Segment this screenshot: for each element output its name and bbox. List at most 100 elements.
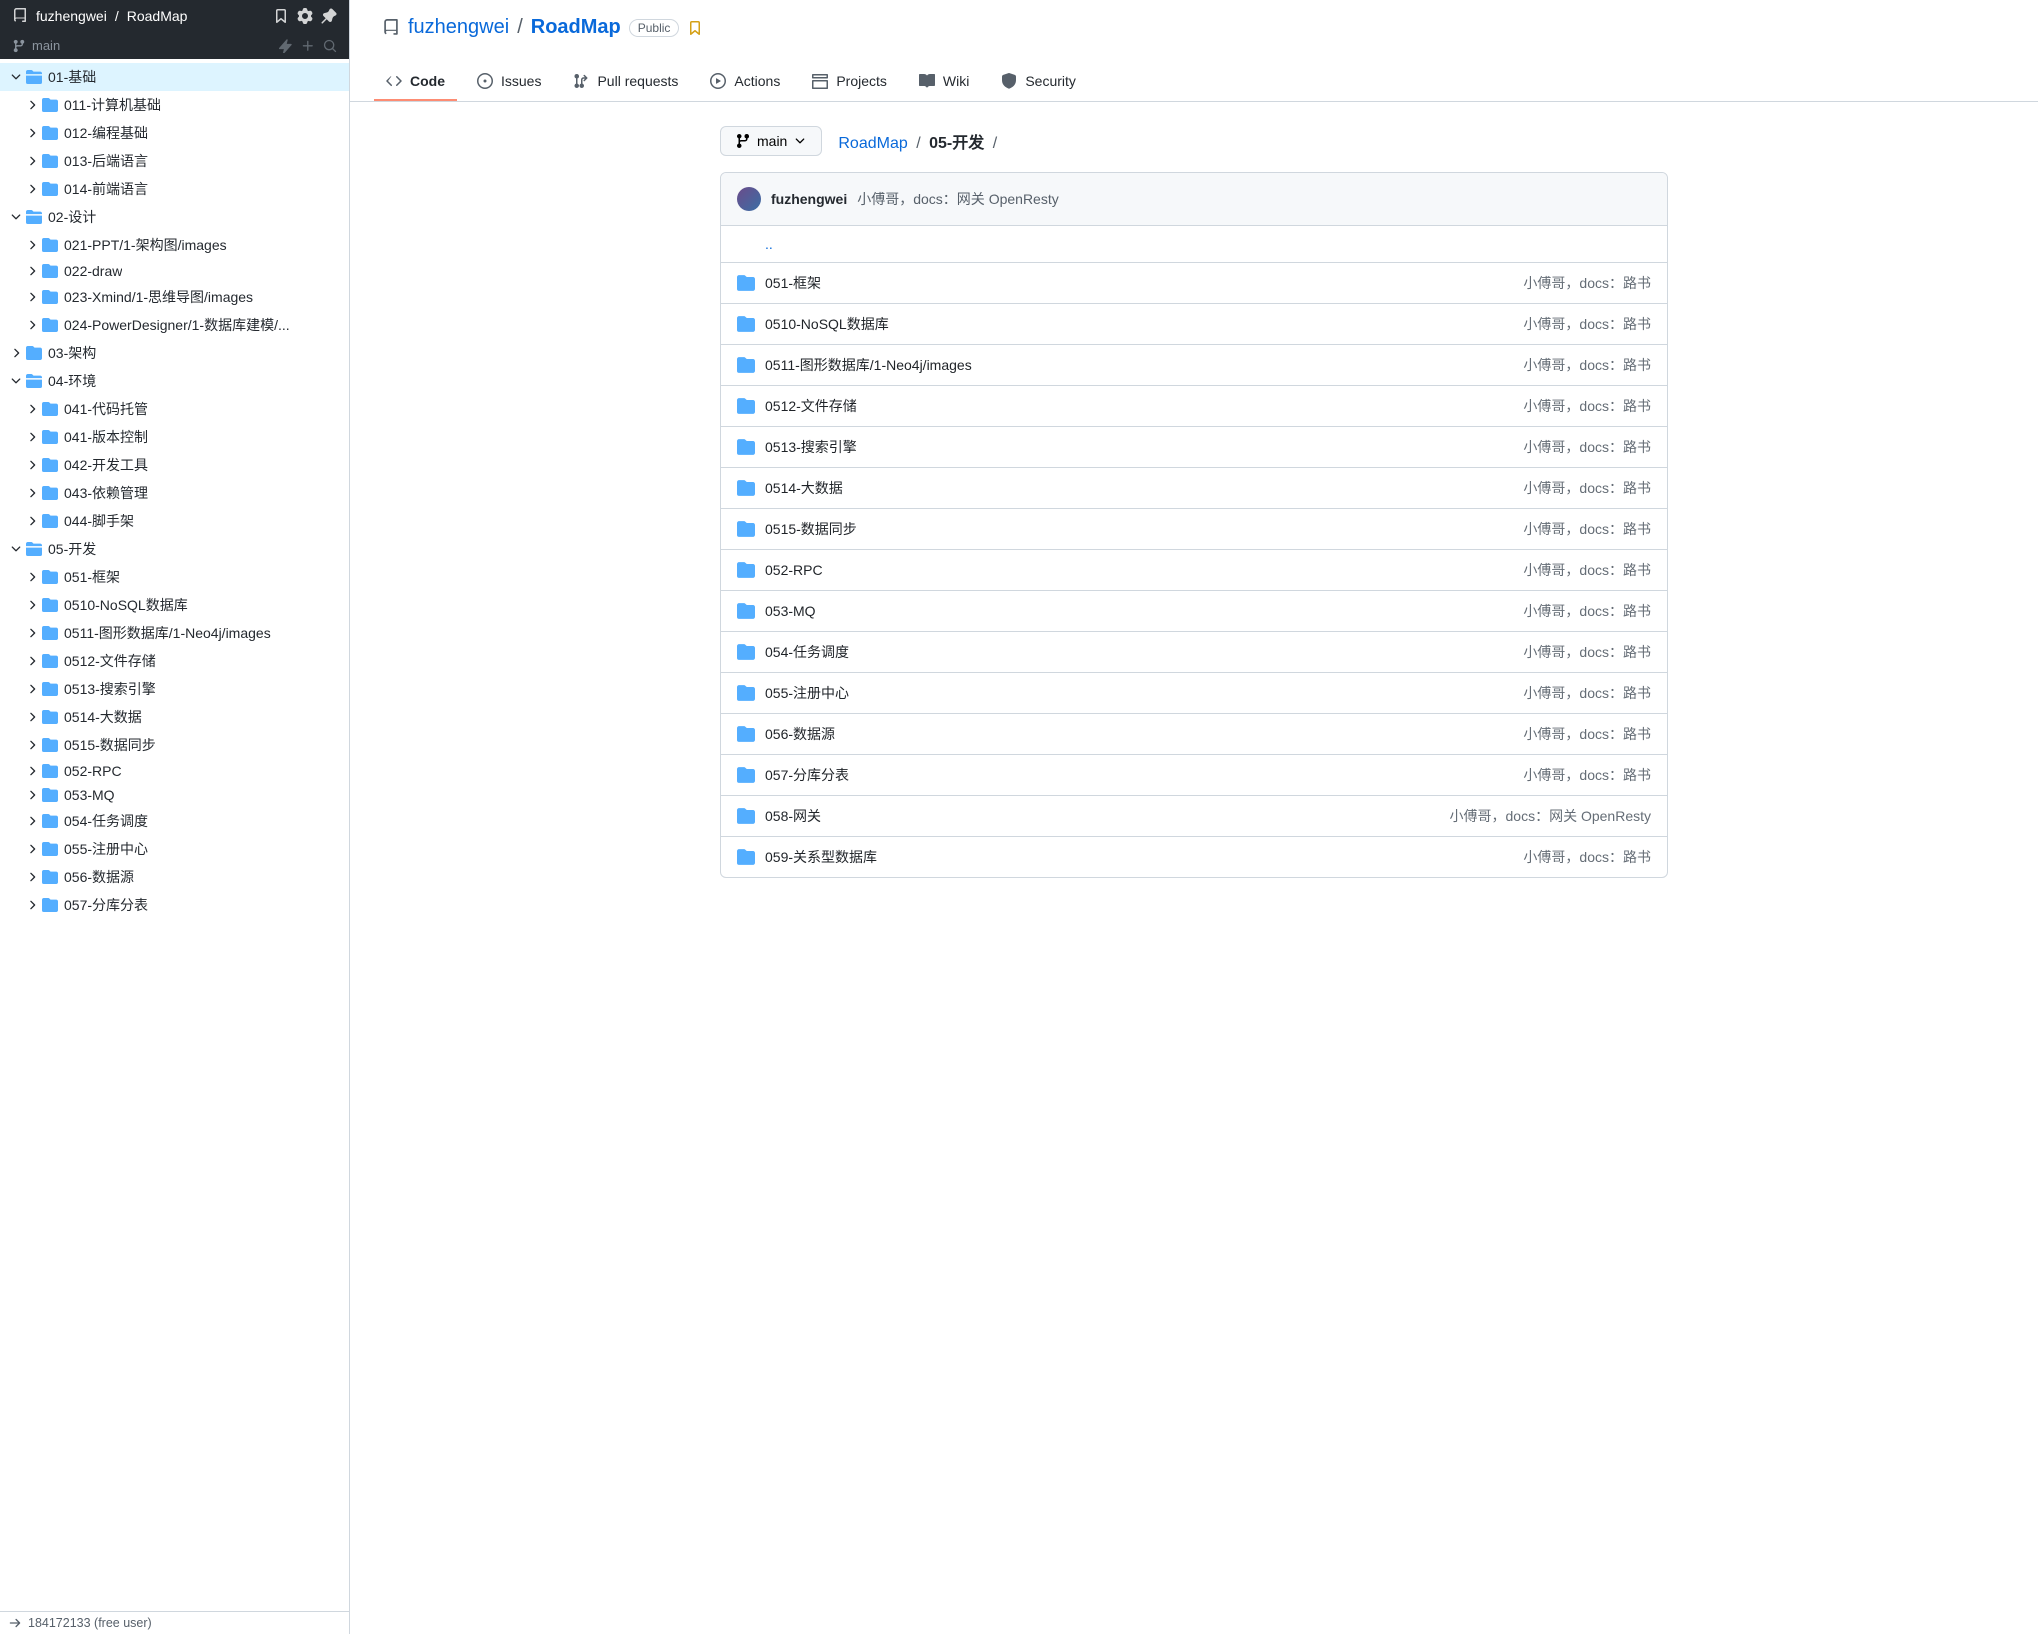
tree-item[interactable]: 03-架构 <box>0 339 349 367</box>
file-row[interactable]: 055-注册中心小傅哥，docs：路书 <box>721 673 1667 714</box>
breadcrumb-root[interactable]: RoadMap <box>838 135 907 152</box>
file-name[interactable]: 058-网关 <box>765 806 821 826</box>
chevron-icon[interactable] <box>24 181 40 197</box>
file-row[interactable]: 056-数据源小傅哥，docs：路书 <box>721 714 1667 755</box>
tree-item[interactable]: 02-设计 <box>0 203 349 231</box>
file-commit-msg[interactable]: 小傅哥，docs：路书 <box>1507 478 1651 498</box>
avatar[interactable] <box>737 187 761 211</box>
chevron-icon[interactable] <box>24 125 40 141</box>
file-commit-msg[interactable]: 小傅哥，docs：路书 <box>1507 355 1651 375</box>
latest-commit-header[interactable]: fuzhengwei 小傅哥，docs：网关 OpenResty <box>721 173 1667 226</box>
tree-item[interactable]: 013-后端语言 <box>0 147 349 175</box>
commit-author[interactable]: fuzhengwei <box>771 191 847 207</box>
bookmark-icon[interactable] <box>273 8 289 24</box>
file-commit-msg[interactable]: 小傅哥，docs：网关 OpenResty <box>1434 806 1652 826</box>
tree-item[interactable]: 024-PowerDesigner/1-数据库建模/... <box>0 311 349 339</box>
tree-item[interactable]: 05-开发 <box>0 535 349 563</box>
tree-item[interactable]: 0511-图形数据库/1-Neo4j/images <box>0 619 349 647</box>
file-name[interactable]: 059-关系型数据库 <box>765 847 877 867</box>
tree-item[interactable]: 023-Xmind/1-思维导图/images <box>0 283 349 311</box>
branch-selector-button[interactable]: main <box>720 126 822 156</box>
chevron-icon[interactable] <box>24 429 40 445</box>
parent-directory-row[interactable]: .. <box>721 226 1667 263</box>
repo-link[interactable]: RoadMap <box>531 16 621 39</box>
chevron-icon[interactable] <box>24 653 40 669</box>
tab-pull-requests[interactable]: Pull requests <box>561 63 690 101</box>
chevron-icon[interactable] <box>24 97 40 113</box>
gear-icon[interactable] <box>297 8 313 24</box>
search-icon[interactable] <box>323 39 337 53</box>
tree-item[interactable]: 0514-大数据 <box>0 703 349 731</box>
file-commit-msg[interactable]: 小傅哥，docs：路书 <box>1507 601 1651 621</box>
file-row[interactable]: 054-任务调度 小傅哥，docs：路书 <box>721 632 1667 673</box>
chevron-icon[interactable] <box>24 457 40 473</box>
chevron-icon[interactable] <box>24 737 40 753</box>
tree-item[interactable]: 053-MQ <box>0 783 349 807</box>
tree-item[interactable]: 022-draw <box>0 259 349 283</box>
tree-item[interactable]: 051-框架 <box>0 563 349 591</box>
file-commit-msg[interactable]: 小傅哥，docs：路书 <box>1507 642 1651 662</box>
sidebar-branch[interactable]: main <box>32 38 60 53</box>
bookmark-icon[interactable] <box>687 20 703 36</box>
chevron-icon[interactable] <box>24 317 40 333</box>
file-name[interactable]: 051-框架 <box>765 273 821 293</box>
chevron-icon[interactable] <box>8 209 24 225</box>
chevron-icon[interactable] <box>24 401 40 417</box>
chevron-icon[interactable] <box>24 709 40 725</box>
chevron-icon[interactable] <box>24 597 40 613</box>
tree-item[interactable]: 041-代码托管 <box>0 395 349 423</box>
file-commit-msg[interactable]: 小傅哥，docs：路书 <box>1507 724 1651 744</box>
parent-dir-link[interactable]: .. <box>765 236 773 252</box>
tree-item[interactable]: 042-开发工具 <box>0 451 349 479</box>
file-commit-msg[interactable]: 小傅哥，docs：路书 <box>1507 765 1651 785</box>
chevron-icon[interactable] <box>24 813 40 829</box>
file-row[interactable]: 0512-文件存储小傅哥，docs：路书 <box>721 386 1667 427</box>
tab-security[interactable]: Security <box>989 63 1088 101</box>
tree-item[interactable]: 043-依赖管理 <box>0 479 349 507</box>
tab-wiki[interactable]: Wiki <box>907 63 981 101</box>
file-commit-msg[interactable]: 小傅哥，docs：路书 <box>1507 847 1651 867</box>
tree-item[interactable]: 044-脚手架 <box>0 507 349 535</box>
file-name[interactable]: 055-注册中心 <box>765 683 849 703</box>
plus-icon[interactable] <box>301 39 315 53</box>
file-name[interactable]: 057-分库分表 <box>765 765 849 785</box>
chevron-icon[interactable] <box>24 513 40 529</box>
tab-projects[interactable]: Projects <box>800 63 899 101</box>
file-row[interactable]: 0514-大数据小傅哥，docs：路书 <box>721 468 1667 509</box>
tree-item[interactable]: 055-注册中心 <box>0 835 349 863</box>
tree-item[interactable]: 054-任务调度 <box>0 807 349 835</box>
sidebar-owner[interactable]: fuzhengwei <box>36 8 107 24</box>
chevron-icon[interactable] <box>24 485 40 501</box>
commit-message[interactable]: 小傅哥，docs：网关 OpenResty <box>857 189 1059 209</box>
chevron-icon[interactable] <box>24 841 40 857</box>
chevron-icon[interactable] <box>8 69 24 85</box>
file-name[interactable]: 0512-文件存储 <box>765 396 857 416</box>
chevron-icon[interactable] <box>8 373 24 389</box>
file-tree[interactable]: 01-基础011-计算机基础012-编程基础013-后端语言014-前端语言02… <box>0 59 349 1611</box>
tree-item[interactable]: 04-环境 <box>0 367 349 395</box>
file-name[interactable]: 052-RPC <box>765 562 823 578</box>
file-row[interactable]: 0515-数据同步小傅哥，docs：路书 <box>721 509 1667 550</box>
chevron-icon[interactable] <box>8 345 24 361</box>
tree-item[interactable]: 052-RPC <box>0 759 349 783</box>
pin-icon[interactable] <box>321 8 337 24</box>
chevron-icon[interactable] <box>24 263 40 279</box>
file-commit-msg[interactable]: 小傅哥，docs：路书 <box>1507 437 1651 457</box>
tree-item[interactable]: 0512-文件存储 <box>0 647 349 675</box>
file-name[interactable]: 0513-搜索引擎 <box>765 437 857 457</box>
tree-item[interactable]: 0513-搜索引擎 <box>0 675 349 703</box>
file-row[interactable]: 0511-图形数据库/1-Neo4j/images小傅哥，docs：路书 <box>721 345 1667 386</box>
file-name[interactable]: 054-任务调度 <box>765 642 849 662</box>
file-name[interactable]: 0510-NoSQL数据库 <box>765 314 889 334</box>
chevron-icon[interactable] <box>24 625 40 641</box>
tab-issues[interactable]: Issues <box>465 63 553 101</box>
tree-item[interactable]: 014-前端语言 <box>0 175 349 203</box>
chevron-icon[interactable] <box>24 681 40 697</box>
file-commit-msg[interactable]: 小傅哥，docs：路书 <box>1507 314 1651 334</box>
file-row[interactable]: 0510-NoSQL数据库 小傅哥，docs：路书 <box>721 304 1667 345</box>
tree-item[interactable]: 01-基础 <box>0 63 349 91</box>
file-commit-msg[interactable]: 小傅哥，docs：路书 <box>1507 273 1651 293</box>
owner-link[interactable]: fuzhengwei <box>408 16 509 39</box>
file-name[interactable]: 0515-数据同步 <box>765 519 857 539</box>
chevron-icon[interactable] <box>24 237 40 253</box>
